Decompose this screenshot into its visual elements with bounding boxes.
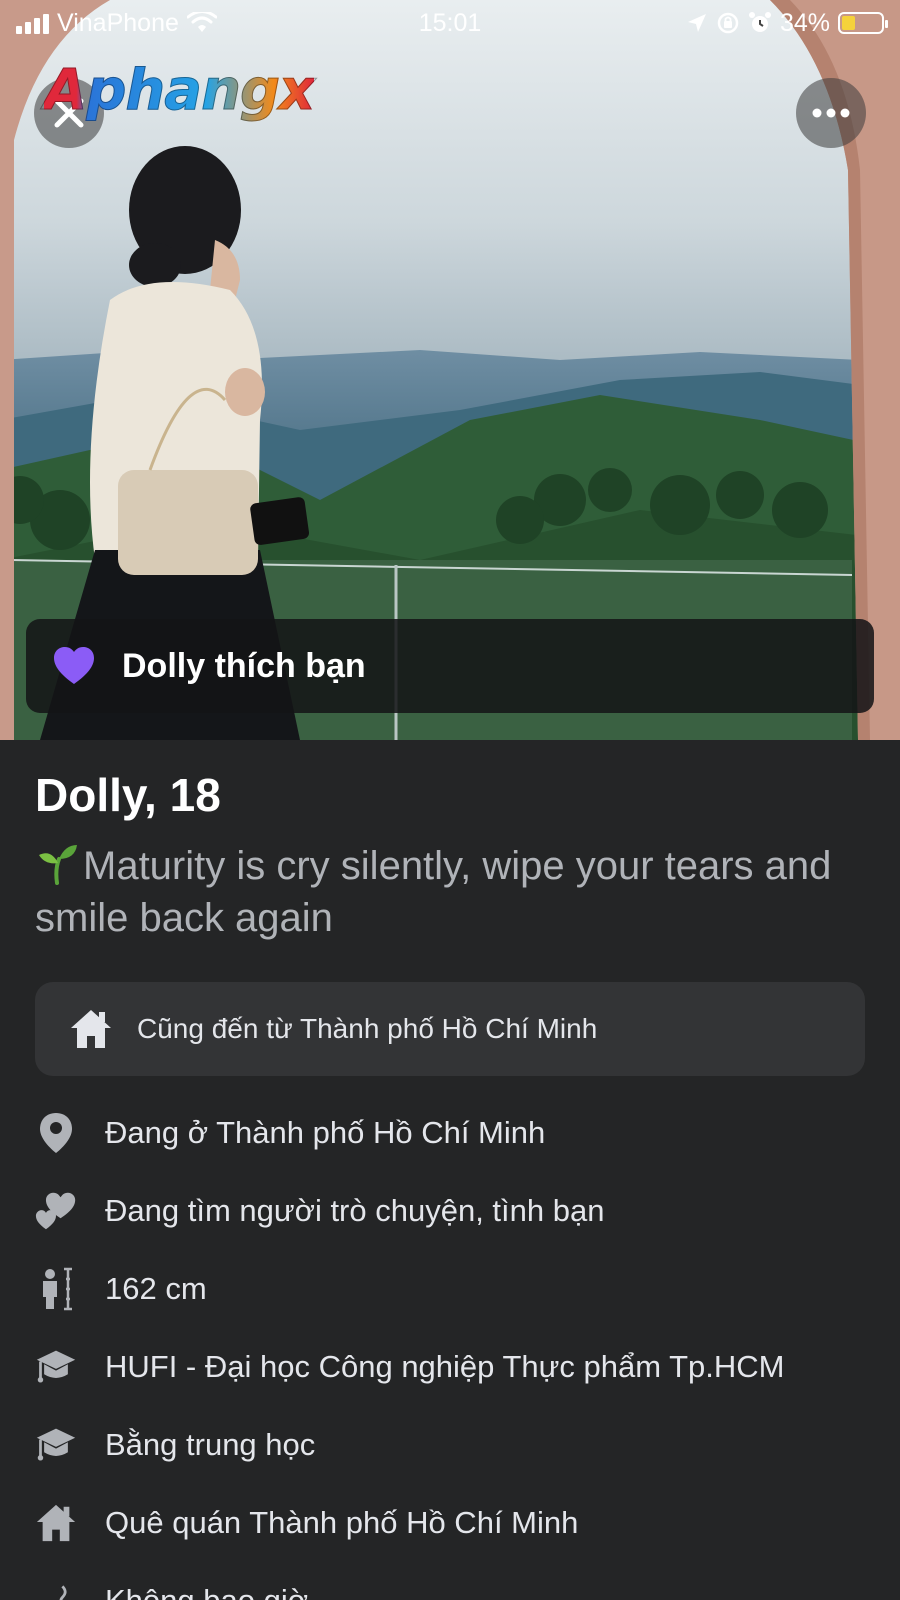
like-banner-text: Dolly thích bạn xyxy=(122,646,366,685)
detail-row-location: Đang ở Thành phố Hồ Chí Minh xyxy=(35,1094,865,1172)
detail-text: Đang tìm người trò chuyện, tình bạn xyxy=(105,1193,605,1228)
sprout-icon xyxy=(39,845,77,885)
detail-row-height: 162 cm xyxy=(35,1250,865,1328)
detail-text: 162 cm xyxy=(105,1271,207,1306)
watermark-logo: Aphangx xyxy=(43,58,315,124)
height-icon xyxy=(43,1267,72,1311)
clock: 15:01 xyxy=(418,8,482,37)
more-icon xyxy=(812,108,850,118)
detail-text: Không bao giờ xyxy=(105,1583,308,1600)
battery-icon xyxy=(838,12,888,34)
detail-row-education: Bằng trung học xyxy=(35,1406,865,1484)
detail-row-looking-for: Đang tìm người trò chuyện, tình bạn xyxy=(35,1172,865,1250)
smoking-icon xyxy=(59,1585,67,1600)
profile-name-age: Dolly, 18 xyxy=(35,769,221,821)
profile-bio-text: Maturity is cry silently, wipe your tear… xyxy=(35,844,832,940)
profile-info: Dolly, 18 Maturity is cry silently, wipe… xyxy=(0,740,900,1600)
graduation-cap-icon xyxy=(36,1428,76,1461)
detail-text: HUFI - Đại học Công nghiệp Thực phẩm Tp.… xyxy=(105,1349,785,1384)
status-bar: VinaPhone 15:01 34% xyxy=(0,0,900,46)
detail-text: Bằng trung học xyxy=(105,1427,316,1462)
detail-text: Đang ở Thành phố Hồ Chí Minh xyxy=(105,1115,546,1150)
home-icon xyxy=(36,1504,76,1542)
profile-bio: Maturity is cry silently, wipe your tear… xyxy=(35,840,865,944)
hometown-highlight-card: Cũng đến từ Thành phố Hồ Chí Minh xyxy=(35,982,865,1076)
detail-row-school: HUFI - Đại học Công nghiệp Thực phẩm Tp.… xyxy=(35,1328,865,1406)
like-banner: Dolly thích bạn xyxy=(26,619,874,713)
detail-row-hometown: Quê quán Thành phố Hồ Chí Minh xyxy=(35,1484,865,1562)
profile-details-list: Đang ở Thành phố Hồ Chí Minh Đang tìm ng… xyxy=(35,1094,865,1600)
home-icon xyxy=(71,1010,111,1048)
hearts-icon xyxy=(35,1192,76,1230)
heart-icon xyxy=(54,647,94,684)
graduation-cap-icon xyxy=(36,1350,76,1383)
detail-row-smoking: Không bao giờ xyxy=(35,1562,865,1600)
hometown-highlight-text: Cũng đến từ Thành phố Hồ Chí Minh xyxy=(137,1013,598,1044)
location-pin-icon xyxy=(40,1113,72,1153)
more-options-button[interactable] xyxy=(796,78,866,148)
detail-text: Quê quán Thành phố Hồ Chí Minh xyxy=(105,1505,579,1540)
